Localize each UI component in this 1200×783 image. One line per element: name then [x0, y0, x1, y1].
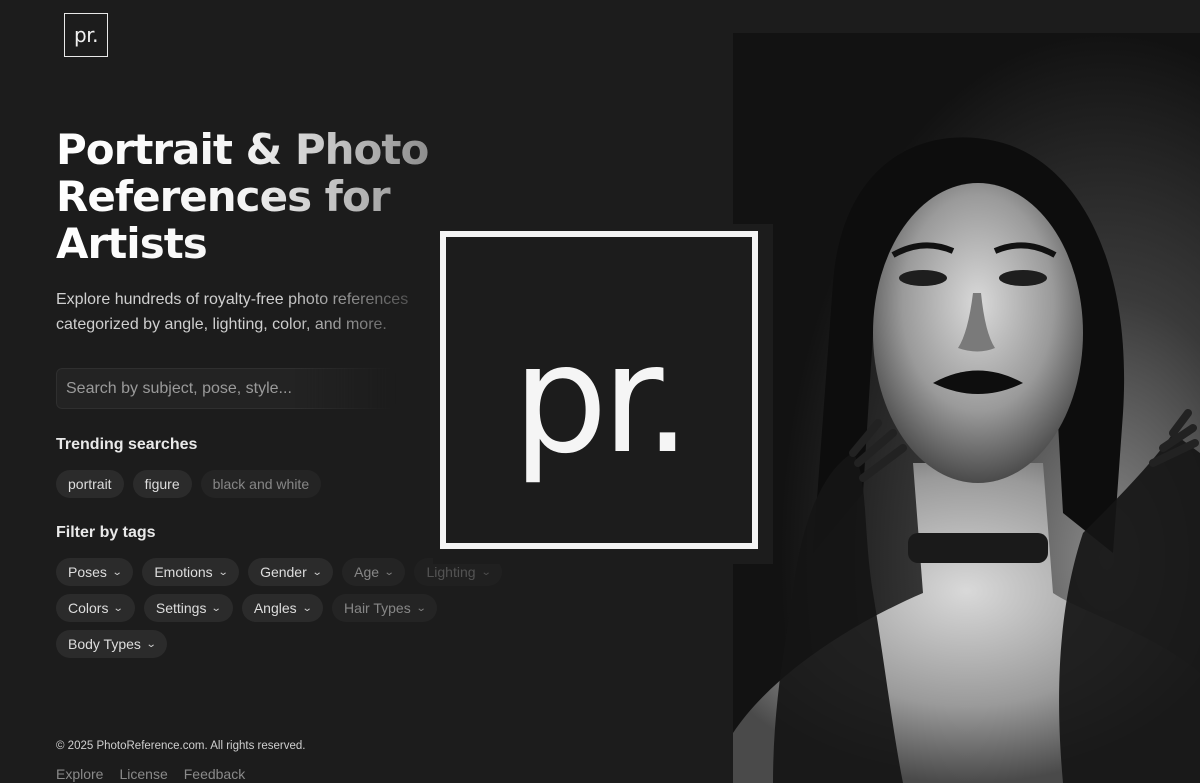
trending-chip-black-and-white[interactable]: black and white	[200, 470, 322, 498]
chevron-down-icon: ⌄	[311, 566, 323, 578]
filter-row-3: Body Types ⌄	[56, 630, 168, 658]
chevron-down-icon: ⌄	[113, 602, 125, 614]
overlay-logo-text: pr.	[512, 313, 692, 487]
copyright-text: © 2025 PhotoReference.com. All rights re…	[56, 740, 306, 752]
footer-link-license[interactable]: License	[119, 766, 167, 782]
site-logo[interactable]: pr.	[64, 13, 108, 57]
filter-label: Gender	[260, 564, 307, 580]
filter-emotions[interactable]: Emotions ⌄	[142, 558, 240, 586]
filter-settings[interactable]: Settings ⌄	[143, 594, 233, 622]
chevron-down-icon: ⌄	[217, 566, 229, 578]
trending-chip-portrait[interactable]: portrait	[56, 470, 124, 498]
hero-photo	[733, 33, 1200, 783]
filter-label: Body Types	[68, 636, 141, 652]
filter-label: Hair Types	[344, 600, 411, 616]
brand-logo-overlay: pr.	[440, 231, 758, 549]
logo-text: pr.	[74, 23, 98, 47]
filter-row-2: Colors ⌄ Settings ⌄ Angles ⌄ Hair Types ⌄	[56, 594, 438, 622]
trending-heading: Trending searches	[56, 436, 198, 453]
title-line-3: Artists	[56, 219, 207, 268]
chevron-down-icon: ⌄	[301, 602, 313, 614]
portrait-illustration	[733, 33, 1200, 783]
subtitle-line-1: Explore hundreds of royalty-free photo r…	[56, 291, 409, 308]
footer-nav: Explore License Feedback	[56, 766, 245, 782]
chevron-down-icon: ⌄	[415, 602, 427, 614]
chevron-down-icon: ⌄	[211, 602, 223, 614]
footer-link-feedback[interactable]: Feedback	[184, 766, 245, 782]
chevron-down-icon: ⌄	[480, 566, 492, 578]
filter-label: Poses	[68, 564, 107, 580]
filter-hair-types[interactable]: Hair Types ⌄	[332, 594, 438, 622]
hero-subtitle: Explore hundreds of royalty-free photo r…	[56, 287, 436, 337]
filter-label: Lighting	[426, 564, 476, 580]
filter-body-types[interactable]: Body Types ⌄	[56, 630, 168, 658]
filter-poses[interactable]: Poses ⌄	[56, 558, 134, 586]
filter-heading: Filter by tags	[56, 524, 156, 541]
search-input[interactable]	[66, 379, 386, 398]
trending-chips: portrait figure black and white	[56, 470, 322, 498]
filter-label: Angles	[253, 600, 297, 616]
title-line-1: Portrait & Photo	[56, 125, 429, 174]
filter-label: Settings	[155, 600, 207, 616]
filter-gender[interactable]: Gender ⌄	[248, 558, 334, 586]
footer-link-explore[interactable]: Explore	[56, 766, 103, 782]
trending-chip-figure[interactable]: figure	[132, 470, 192, 498]
subtitle-line-2: categorized by angle, lighting, color, a…	[56, 316, 387, 333]
search-bar[interactable]	[56, 368, 396, 409]
title-line-2: References for	[56, 172, 390, 221]
chevron-down-icon: ⌄	[383, 566, 395, 578]
filter-age[interactable]: Age ⌄	[342, 558, 406, 586]
filter-label: Colors	[68, 600, 109, 616]
filter-colors[interactable]: Colors ⌄	[56, 594, 135, 622]
chevron-down-icon: ⌄	[145, 638, 157, 650]
filter-angles[interactable]: Angles ⌄	[241, 594, 324, 622]
filter-label: Age	[354, 564, 380, 580]
page-title: Portrait & Photo References for Artists	[56, 126, 436, 267]
chevron-down-icon: ⌄	[111, 566, 123, 578]
filter-label: Emotions	[154, 564, 213, 580]
